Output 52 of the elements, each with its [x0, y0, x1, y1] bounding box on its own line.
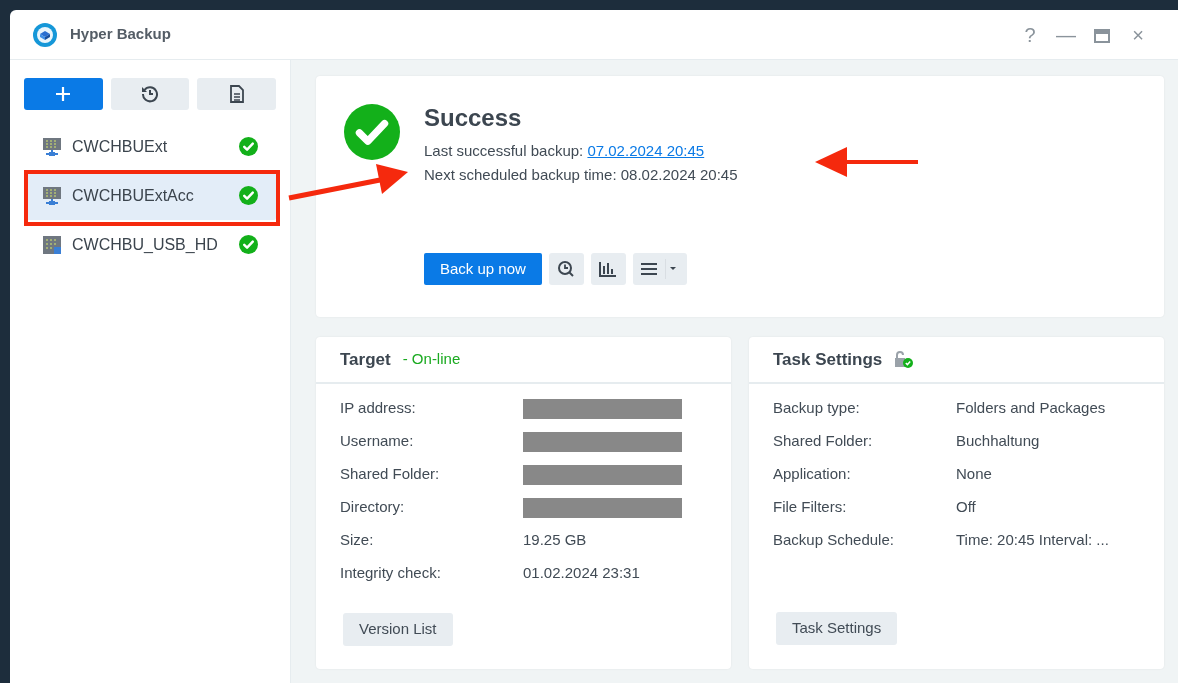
field-label: Size: [340, 530, 375, 551]
version-list-button[interactable]: Version List [343, 613, 453, 646]
server-icon [42, 136, 62, 157]
window-title: Hyper Backup [70, 24, 171, 45]
history-button[interactable] [110, 78, 190, 110]
field-label: File Filters: [773, 497, 848, 518]
back-up-now-button[interactable]: Back up now [424, 252, 542, 285]
field-label: Backup Schedule: [773, 530, 895, 551]
chart-button[interactable] [590, 252, 626, 285]
menu-icon [640, 261, 657, 276]
field-value: Buchhaltung [956, 431, 1040, 452]
field-value: None [956, 464, 992, 485]
field-label: Username: [340, 431, 415, 452]
field-value: Time: 20:45 Interval: ... [956, 530, 1109, 551]
clock-search-icon [557, 259, 576, 278]
add-button[interactable] [24, 78, 103, 110]
backup-time-link[interactable]: 07.02.2024 20:45 [587, 141, 705, 159]
panel-title: Task Settings [773, 348, 883, 371]
caret-icon [664, 258, 679, 279]
task-settings-button[interactable]: Task Settings [776, 612, 898, 645]
status-text: Next scheduled backup time: 08.02.2024 20:45 [424, 164, 738, 185]
field-label: Integrity check: [340, 563, 442, 584]
history-icon [141, 85, 159, 103]
document-icon [229, 85, 244, 103]
field-label: IP address: [340, 398, 417, 419]
field-label: Shared Folder: [773, 431, 874, 452]
task-name: CWCHBU_USB_HD [72, 234, 219, 255]
task-name: CWCHBUExt [72, 136, 169, 157]
status-text: Last successful backup: 07.02.2024 20:45 [424, 140, 706, 161]
field-value: 01.02.2024 23:31 [523, 563, 640, 584]
task-item[interactable]: CWCHBU_USB_HD [24, 220, 276, 269]
status-title: Success [424, 104, 523, 133]
task-name: CWCHBUExtAcc [72, 185, 195, 206]
online-status: - On-line [402, 349, 461, 370]
field-value: Off [956, 497, 976, 518]
field-label: Backup type: [773, 398, 861, 419]
bar-chart-icon [599, 260, 618, 277]
server-icon [42, 185, 62, 206]
plus-icon [55, 86, 72, 102]
menu-dropdown-button[interactable] [632, 252, 687, 285]
app-logo-icon [32, 21, 58, 48]
field-label: Directory: [340, 497, 406, 518]
clock-search-button[interactable] [548, 252, 584, 285]
field-value: 19.25 GB [523, 530, 587, 551]
log-button[interactable] [197, 78, 276, 110]
field-value: Folders and Packages [956, 398, 1106, 419]
field-label: Application: [773, 464, 852, 485]
drive-icon [42, 234, 62, 255]
maximize-icon [1094, 29, 1110, 44]
panel-title: Target [340, 348, 391, 371]
field-label: Shared Folder: [340, 464, 441, 485]
task-item[interactable]: CWCHBUExt [24, 122, 276, 171]
